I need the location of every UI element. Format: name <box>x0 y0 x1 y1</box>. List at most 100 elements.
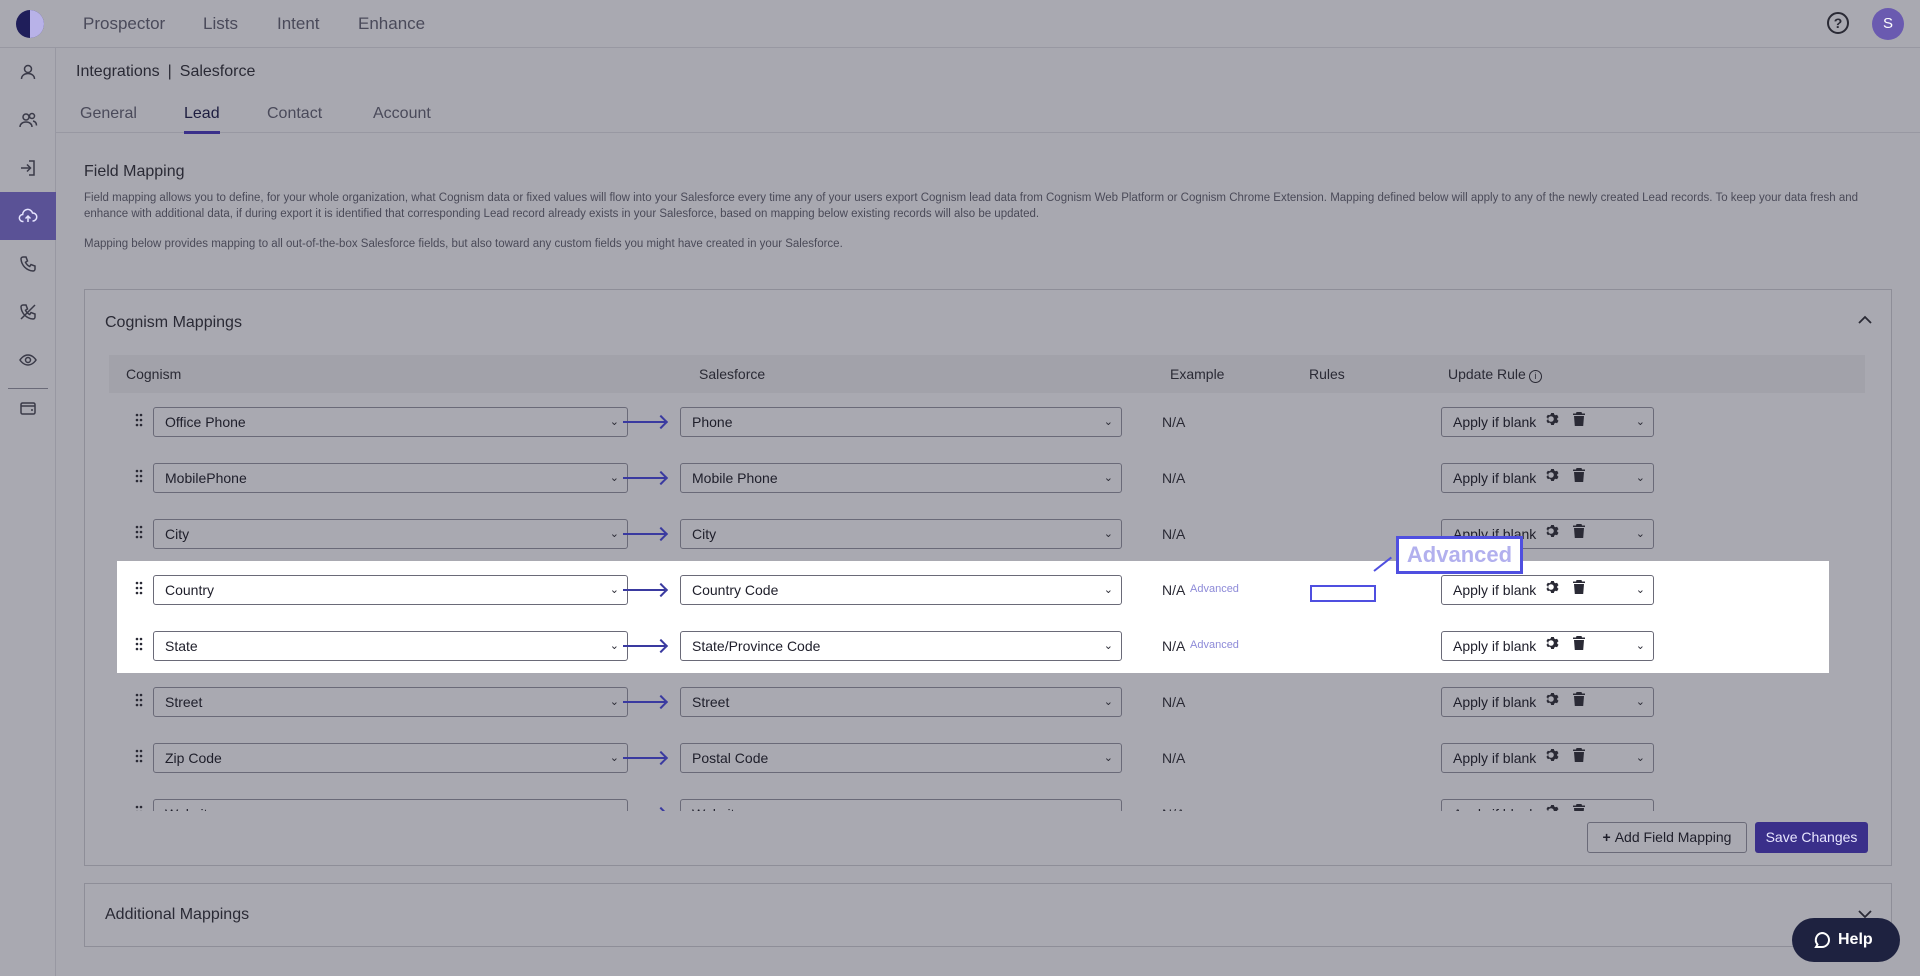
tab-contact[interactable]: Contact <box>267 105 322 131</box>
help-chat-label: Help <box>1838 931 1873 948</box>
chevron-down-icon: ⌄ <box>1103 528 1113 540</box>
eye-icon[interactable] <box>0 336 56 384</box>
breadcrumb-integrations[interactable]: Integrations <box>76 63 160 80</box>
salesforce-field-select[interactable]: Postal Code ⌄ <box>680 743 1122 773</box>
cognism-field-select[interactable]: State ⌄ <box>153 631 628 661</box>
save-changes-button[interactable]: Save Changes <box>1755 822 1868 853</box>
trash-icon[interactable] <box>1572 411 1586 427</box>
chevron-down-icon: ⌄ <box>1103 472 1113 484</box>
gear-icon[interactable] <box>1543 467 1559 483</box>
cognism-field-select[interactable]: Street ⌄ <box>153 687 628 717</box>
salesforce-field-select[interactable]: City ⌄ <box>680 519 1122 549</box>
cognism-field-value: Country <box>165 582 215 598</box>
help-chat-button[interactable]: Help <box>1792 918 1900 962</box>
rules-advanced-link[interactable]: Advanced <box>1190 639 1239 651</box>
gear-icon[interactable] <box>1543 523 1559 539</box>
update-rule-value: Apply if blank <box>1453 582 1537 598</box>
rules-advanced-link[interactable]: Advanced <box>1190 583 1239 595</box>
drag-handle-icon[interactable] <box>135 805 143 811</box>
mapping-arrow-icon <box>623 701 665 703</box>
gear-icon[interactable] <box>1543 747 1559 763</box>
example-value: N/A <box>1162 582 1186 598</box>
gear-icon[interactable] <box>1543 691 1559 707</box>
add-field-mapping-label: Add Field Mapping <box>1614 829 1732 845</box>
drag-handle-icon[interactable] <box>135 469 143 483</box>
mapping-arrow-icon <box>623 645 665 647</box>
example-value: N/A <box>1162 750 1186 766</box>
chevron-up-icon[interactable] <box>1857 312 1873 330</box>
nav-lists[interactable]: Lists <box>203 14 238 34</box>
chevron-down-icon: ⌄ <box>1635 640 1645 652</box>
sign-in-icon[interactable] <box>0 144 56 192</box>
wallet-icon[interactable] <box>0 384 56 432</box>
salesforce-field-value: Mobile Phone <box>692 470 778 486</box>
chevron-down-icon: ⌄ <box>609 472 619 484</box>
tab-lead[interactable]: Lead <box>184 105 220 134</box>
drag-handle-icon[interactable] <box>135 637 143 651</box>
cognism-field-select[interactable]: Website ⌄ <box>153 799 628 811</box>
additional-mappings-title[interactable]: Additional Mappings <box>105 906 249 924</box>
cognism-field-value: MobilePhone <box>165 470 247 486</box>
cognism-field-select[interactable]: City ⌄ <box>153 519 628 549</box>
user-avatar[interactable]: S <box>1872 8 1904 40</box>
gear-icon[interactable] <box>1543 411 1559 427</box>
drag-handle-icon[interactable] <box>135 693 143 707</box>
tab-general[interactable]: General <box>80 105 137 131</box>
update-rule-value: Apply if blank <box>1453 694 1537 710</box>
trash-icon[interactable] <box>1572 803 1586 811</box>
cognism-field-select[interactable]: MobilePhone ⌄ <box>153 463 628 493</box>
help-question-icon[interactable]: ? <box>1827 12 1849 34</box>
nav-intent[interactable]: Intent <box>277 14 320 34</box>
chevron-down-icon: ⌄ <box>1103 752 1113 764</box>
drag-handle-icon[interactable] <box>135 749 143 763</box>
drag-handle-icon[interactable] <box>135 525 143 539</box>
salesforce-field-select[interactable]: Street ⌄ <box>680 687 1122 717</box>
phone-icon[interactable] <box>0 240 56 288</box>
info-icon[interactable]: i <box>1528 370 1542 383</box>
tab-account[interactable]: Account <box>373 105 431 131</box>
phone-off-icon[interactable] <box>0 288 56 336</box>
cognism-field-value: Street <box>165 694 203 710</box>
callout-label: Advanced <box>1396 536 1523 574</box>
drag-handle-icon[interactable] <box>135 413 143 427</box>
nav-prospector[interactable]: Prospector <box>83 14 165 34</box>
plus-icon: + <box>1602 829 1611 845</box>
salesforce-field-select[interactable]: Phone ⌄ <box>680 407 1122 437</box>
salesforce-field-select[interactable]: Website ⌄ <box>680 799 1122 811</box>
gear-icon[interactable] <box>1543 579 1559 595</box>
cognism-logo-icon[interactable] <box>16 10 44 38</box>
person-icon[interactable] <box>0 48 56 96</box>
cognism-mappings-title[interactable]: Cognism Mappings <box>105 314 242 332</box>
people-icon[interactable] <box>0 96 56 144</box>
trash-icon[interactable] <box>1572 691 1586 707</box>
cloud-upload-icon[interactable] <box>0 192 56 240</box>
chevron-down-icon: ⌄ <box>609 640 619 652</box>
cognism-field-select[interactable]: Zip Code ⌄ <box>153 743 628 773</box>
example-value: N/A <box>1162 806 1185 811</box>
chevron-down-icon: ⌄ <box>609 528 619 540</box>
cognism-field-value: City <box>165 526 190 542</box>
cognism-field-select[interactable]: Country ⌄ <box>153 575 628 605</box>
nav-enhance[interactable]: Enhance <box>358 14 425 34</box>
add-field-mapping-button[interactable]: + Add Field Mapping <box>1587 822 1747 853</box>
drag-handle-icon[interactable] <box>135 581 143 595</box>
salesforce-field-select[interactable]: Country Code ⌄ <box>680 575 1122 605</box>
column-rules: Rules <box>1309 366 1345 382</box>
trash-icon[interactable] <box>1572 747 1586 763</box>
field-mapping-description-2: Mapping below provides mapping to all ou… <box>84 238 843 250</box>
update-rule-value: Apply if blank <box>1453 470 1537 486</box>
gear-icon[interactable] <box>1543 635 1559 651</box>
trash-icon[interactable] <box>1572 635 1586 651</box>
trash-icon[interactable] <box>1572 579 1586 595</box>
salesforce-field-select[interactable]: State/Province Code ⌄ <box>680 631 1122 661</box>
trash-icon[interactable] <box>1572 523 1586 539</box>
additional-mappings-panel[interactable]: Additional Mappings <box>84 883 1892 947</box>
chevron-down-icon: ⌄ <box>609 696 619 708</box>
mapping-arrow-icon <box>623 477 665 479</box>
column-example: Example <box>1170 366 1225 382</box>
cognism-field-select[interactable]: Office Phone ⌄ <box>153 407 628 437</box>
trash-icon[interactable] <box>1572 467 1586 483</box>
salesforce-field-select[interactable]: Mobile Phone ⌄ <box>680 463 1122 493</box>
chevron-down-icon: ⌄ <box>610 800 619 811</box>
gear-icon[interactable] <box>1543 803 1559 811</box>
